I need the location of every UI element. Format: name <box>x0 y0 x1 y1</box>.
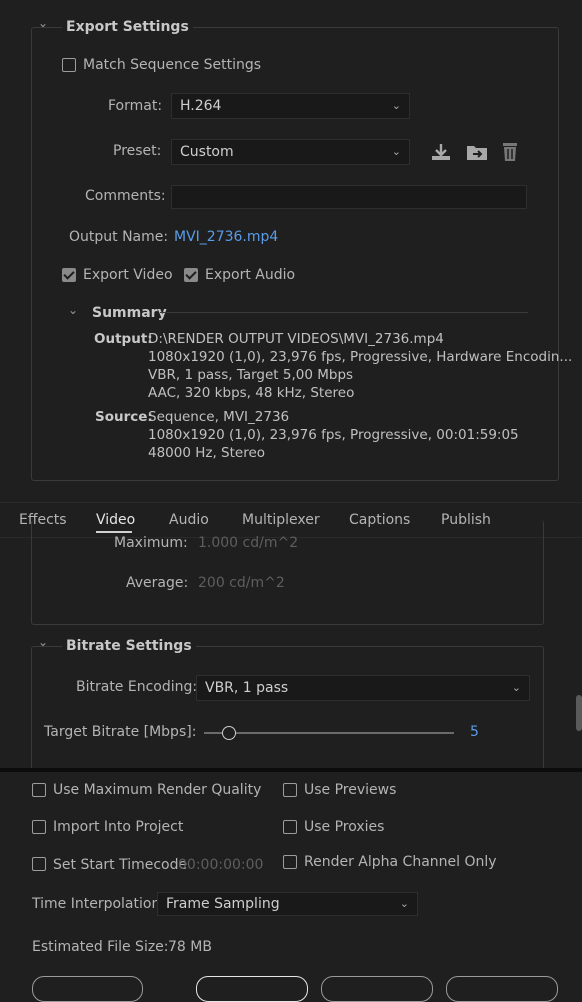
use-previews-checkbox[interactable] <box>283 783 297 797</box>
summary-source-line: 1080x1920 (1,0), 23,976 fps, Progressive… <box>148 427 519 443</box>
summary-output-label: Output: <box>94 331 153 347</box>
use-proxies-label[interactable]: Use Proxies <box>304 819 384 835</box>
bitrate-encoding-label: Bitrate Encoding: <box>76 679 198 695</box>
cancel-button[interactable] <box>446 976 558 1002</box>
render-alpha-label[interactable]: Render Alpha Channel Only <box>304 854 497 870</box>
format-dropdown[interactable]: H.264 ⌄ <box>171 93 410 119</box>
estimated-file-size-value: 78 MB <box>168 939 212 955</box>
target-bitrate-label: Target Bitrate [Mbps]: <box>44 724 197 740</box>
target-bitrate-value[interactable]: 5 <box>470 724 479 740</box>
export-audio-label[interactable]: Export Audio <box>205 267 295 283</box>
max-render-quality-checkbox[interactable] <box>32 783 46 797</box>
format-label: Format: <box>108 98 163 114</box>
render-alpha-checkbox[interactable] <box>283 855 297 869</box>
time-interpolation-value: Frame Sampling <box>166 896 280 912</box>
export-button[interactable] <box>196 976 308 1002</box>
chevron-down-icon[interactable]: ⌄ <box>38 635 48 649</box>
output-name-label: Output Name: <box>69 229 169 245</box>
summary-source-label: Source: <box>95 409 153 425</box>
import-into-project-checkbox[interactable] <box>32 820 46 834</box>
chevron-down-icon[interactable]: ⌄ <box>38 16 48 30</box>
chevron-down-icon[interactable]: ⌄ <box>68 303 78 317</box>
chevron-down-icon: ⌄ <box>391 145 401 158</box>
output-name-link[interactable]: MVI_2736.mp4 <box>174 229 278 245</box>
summary-source-line: 48000 Hz, Stereo <box>148 445 266 461</box>
match-sequence-label[interactable]: Match Sequence Settings <box>83 57 261 73</box>
summary-output-line: AAC, 320 kbps, 48 kHz, Stereo <box>148 385 355 401</box>
delete-preset-icon[interactable] <box>500 141 520 163</box>
start-timecode-field[interactable]: 00:00:00:00 <box>178 857 263 873</box>
import-into-project-label[interactable]: Import Into Project <box>53 819 183 835</box>
summary-divider <box>160 312 528 313</box>
export-video-checkbox[interactable] <box>62 268 76 282</box>
comments-input[interactable] <box>171 185 527 209</box>
bitrate-encoding-value: VBR, 1 pass <box>205 680 289 696</box>
set-start-timecode-checkbox[interactable] <box>32 857 46 871</box>
preset-value: Custom <box>180 144 234 160</box>
match-sequence-checkbox[interactable] <box>62 58 76 72</box>
time-interpolation-label: Time Interpolation: <box>32 896 166 912</box>
average-label: Average: <box>126 575 189 591</box>
summary-output-line: D:\RENDER OUTPUT VIDEOS\MVI_2736.mp4 <box>148 331 444 347</box>
use-previews-label[interactable]: Use Previews <box>304 782 396 798</box>
format-value: H.264 <box>180 98 222 114</box>
preset-label: Preset: <box>113 143 162 159</box>
time-interpolation-dropdown[interactable]: Frame Sampling ⌄ <box>157 892 418 916</box>
target-bitrate-slider-handle[interactable] <box>222 726 236 740</box>
queue-button[interactable] <box>321 976 433 1002</box>
max-render-quality-label[interactable]: Use Maximum Render Quality <box>53 782 261 798</box>
chevron-down-icon: ⌄ <box>399 897 409 910</box>
bitrate-encoding-dropdown[interactable]: VBR, 1 pass ⌄ <box>196 675 530 701</box>
chevron-down-icon: ⌄ <box>511 681 521 694</box>
set-start-timecode-label[interactable]: Set Start Timecode <box>53 857 187 873</box>
export-audio-checkbox[interactable] <box>184 268 198 282</box>
export-video-label[interactable]: Export Video <box>83 267 173 283</box>
comments-label: Comments: <box>85 188 166 204</box>
scrollbar-thumb[interactable] <box>576 695 582 731</box>
bottom-divider <box>0 768 582 772</box>
summary-output-line: VBR, 1 pass, Target 5,00 Mbps <box>148 367 354 383</box>
estimated-file-size-label: Estimated File Size: <box>32 939 169 955</box>
save-preset-icon[interactable] <box>430 142 452 162</box>
target-bitrate-slider-track[interactable] <box>204 732 454 734</box>
maximum-label: Maximum: <box>114 535 188 551</box>
average-value: 200 cd/m^2 <box>198 575 285 591</box>
summary-output-line: 1080x1920 (1,0), 23,976 fps, Progressive… <box>148 349 573 365</box>
import-preset-icon[interactable] <box>465 142 489 162</box>
metadata-button[interactable] <box>32 976 143 1002</box>
use-proxies-checkbox[interactable] <box>283 820 297 834</box>
summary-title: Summary <box>92 305 167 321</box>
bitrate-settings-title: Bitrate Settings <box>62 638 196 654</box>
preset-dropdown[interactable]: Custom ⌄ <box>171 139 410 165</box>
chevron-down-icon: ⌄ <box>391 99 401 112</box>
maximum-value: 1.000 cd/m^2 <box>198 535 299 551</box>
export-settings-title: Export Settings <box>62 19 193 35</box>
summary-source-line: Sequence, MVI_2736 <box>148 409 290 425</box>
bitrate-panel <box>31 646 544 770</box>
